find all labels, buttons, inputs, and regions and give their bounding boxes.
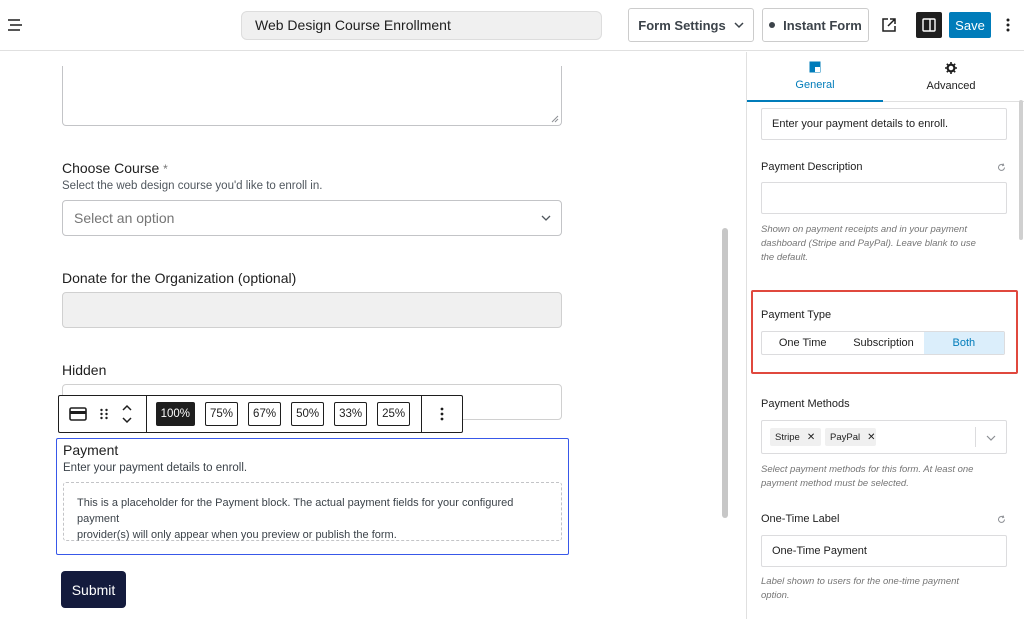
payment-block[interactable]: Payment Enter your payment details to en… [56,438,569,555]
placeholder-line-2: provider(s) will only appear when you pr… [77,529,397,541]
block-toolbar: 100% 75% 67% 50% 33% 25% [58,395,463,433]
payment-card-icon[interactable] [69,407,87,421]
payment-methods-select[interactable]: Stripe ✕ PayPal ✕ [761,420,1007,454]
form-title-field[interactable]: Web Design Course Enrollment [241,11,602,40]
instant-form-label: Instant Form [783,17,862,33]
help-line: Label shown to users for the one-time pa… [761,576,960,587]
remove-icon[interactable]: ✕ [867,432,875,443]
canvas-scrollbar[interactable] [722,228,728,518]
method-chip-stripe: Stripe ✕ [770,428,821,446]
width-33-button[interactable]: 33% [334,402,368,426]
top-bar: Web Design Course Enrollment Form Settin… [0,0,1024,51]
payment-description-help: Shown on payment receipts and in your pa… [761,223,1001,265]
remove-icon[interactable]: ✕ [807,432,815,443]
form-settings-label: Form Settings [638,17,726,33]
one-time-label-help: Label shown to users for the one-time pa… [761,575,1001,603]
sidebar-icon [922,18,936,32]
width-75-button[interactable]: 75% [205,402,239,426]
chip-label: PayPal [830,431,861,443]
donate-input[interactable] [62,292,562,328]
chevron-down-icon[interactable] [986,433,996,443]
payment-type-toggle: One Time Subscription Both [761,331,1005,355]
choose-course-help: Select the web design course you'd like … [62,180,323,192]
placeholder-line-1: This is a placeholder for the Payment bl… [77,497,514,525]
required-mark: * [163,162,168,176]
chevron-down-icon [541,215,551,221]
help-line: payment method must be selected. [761,478,909,489]
payment-placeholder: This is a placeholder for the Payment bl… [63,482,562,541]
tab-general-label: General [795,79,835,91]
payment-methods-label: Payment Methods [761,398,850,410]
gear-icon [945,62,957,74]
block-toolbar-tools [59,396,147,432]
form-settings-button[interactable]: Form Settings [628,8,754,42]
one-time-label-input[interactable]: One-Time Payment [761,535,1007,567]
select-placeholder: Select an option [74,210,175,226]
width-100-button[interactable]: 100% [155,402,196,426]
drag-handle-icon[interactable] [99,407,109,421]
hidden-label: Hidden [62,362,107,378]
chip-label: Stripe [775,431,800,443]
help-line: Shown on payment receipts and in your pa… [761,224,967,235]
choose-course-select[interactable]: Select an option [62,200,562,236]
payment-description-input[interactable] [761,182,1007,214]
width-25-button[interactable]: 25% [377,402,411,426]
payment-type-both[interactable]: Both [923,332,1005,354]
chevron-down-icon [734,22,744,29]
block-options [422,396,462,432]
one-time-label-label: One-Time Label [761,513,840,525]
width-selector: 100% 75% 67% 50% 33% 25% [147,396,423,432]
more-options-icon[interactable] [439,406,445,422]
reset-icon[interactable] [997,163,1006,172]
instant-form-button[interactable]: Instant Form [762,8,869,42]
width-67-button[interactable]: 67% [248,402,282,426]
help-line: the default. [761,252,809,263]
save-button[interactable]: Save [949,12,991,38]
description-input[interactable]: Enter your payment details to enroll. [761,108,1007,140]
payment-type-label: Payment Type [761,309,832,321]
submit-button[interactable]: Submit [61,571,126,608]
width-50-button[interactable]: 50% [291,402,325,426]
status-dot-icon [769,22,776,28]
donate-label: Donate for the Organization (optional) [62,270,297,286]
resize-handle-icon[interactable] [551,115,559,123]
choose-course-label: Choose Course * [62,160,168,176]
panel-tabs: General Advanced [747,52,1024,102]
payment-type-subscription[interactable]: Subscription [843,332,923,354]
move-up-down-icon[interactable] [121,402,133,426]
divider [975,427,976,447]
payment-help: Enter your payment details to enroll. [63,462,248,474]
reset-icon[interactable] [997,515,1006,524]
document-overview-icon[interactable] [6,16,24,34]
tab-general[interactable]: General [747,52,883,102]
external-link-icon[interactable] [880,16,898,34]
help-line: Select payment methods for this form. At… [761,464,974,475]
payment-label: Payment [63,442,119,458]
help-line: option. [761,590,790,601]
more-options-icon[interactable] [1003,16,1013,34]
payment-type-one-time[interactable]: One Time [762,332,843,354]
tab-advanced-label: Advanced [926,80,976,92]
settings-sidebar-toggle[interactable] [916,12,942,38]
method-chip-paypal: PayPal ✕ [825,428,876,446]
choose-course-label-text: Choose Course [62,160,160,176]
panel-scrollbar[interactable] [1019,100,1023,240]
payment-methods-help: Select payment methods for this form. At… [761,463,1001,491]
general-icon [809,61,821,73]
help-line: dashboard (Stripe and PayPal). Leave bla… [761,238,976,249]
settings-panel: General Advanced Enter your payment deta… [746,52,1024,619]
payment-description-label: Payment Description [761,161,863,173]
tab-advanced[interactable]: Advanced [883,52,1019,102]
previous-textarea[interactable] [62,66,562,126]
